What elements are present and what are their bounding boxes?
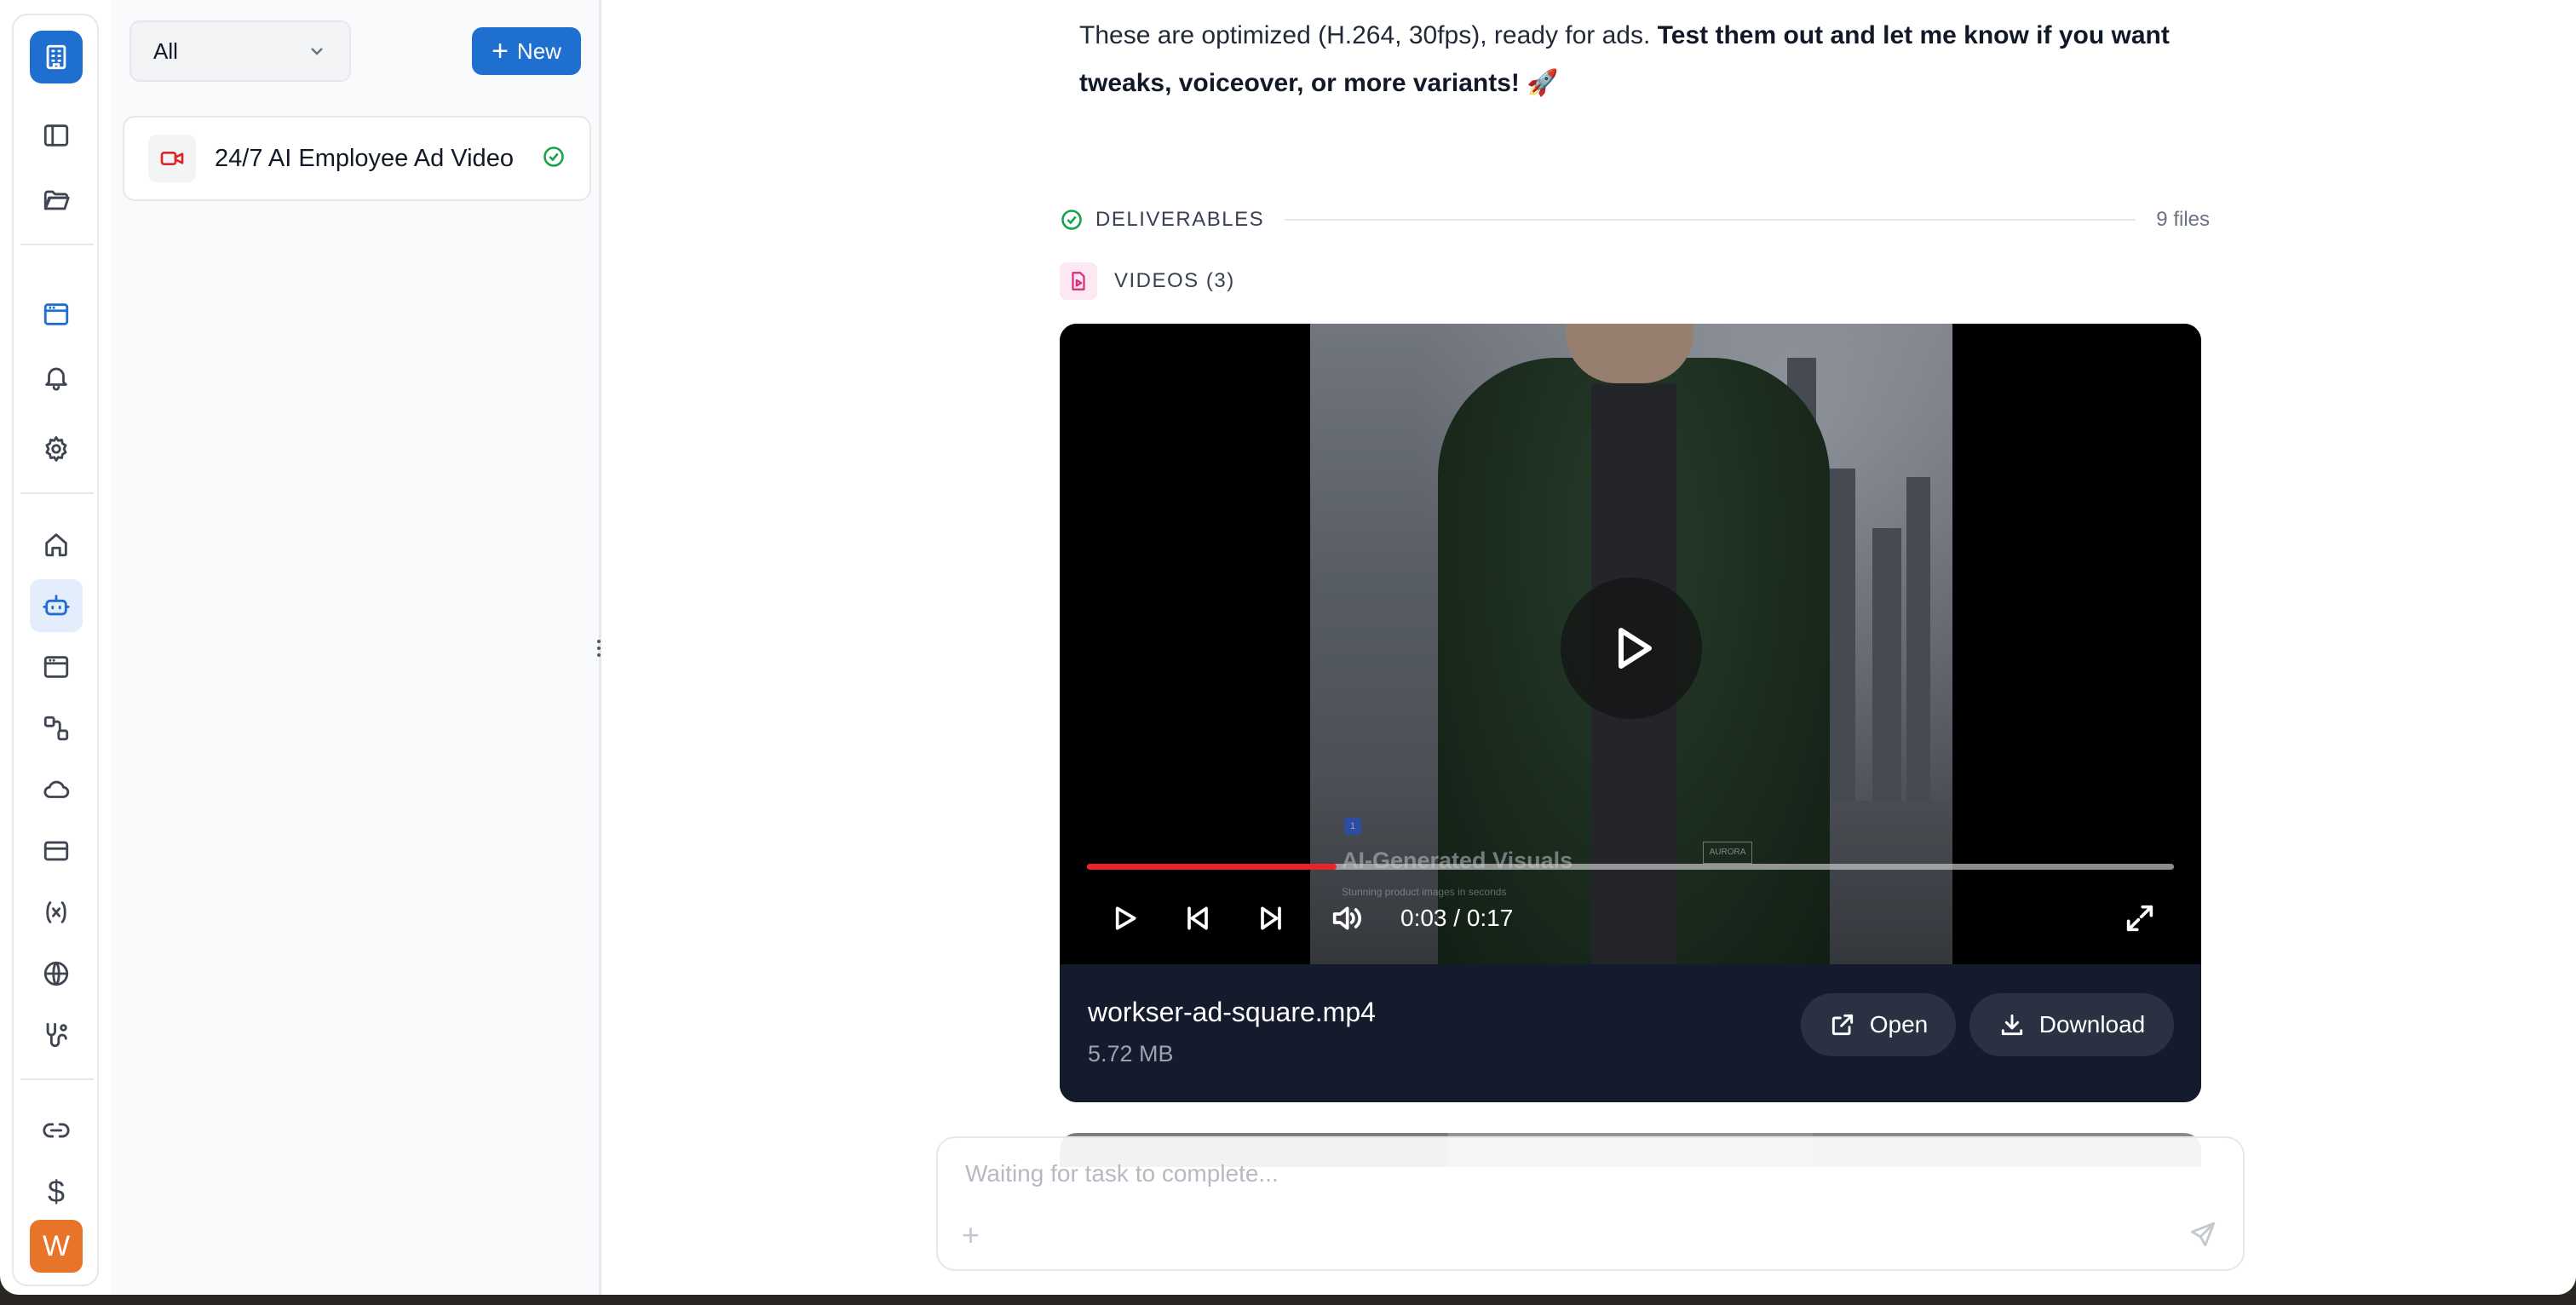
building-logo-icon[interactable] (30, 31, 83, 83)
gear-icon[interactable] (30, 423, 83, 475)
video-player[interactable]: 1 AI-Generated Visuals Stunning product … (1060, 324, 2201, 964)
icon-rail: $ W (12, 14, 99, 1286)
task-filter-value: All (153, 37, 178, 64)
play-button[interactable] (1101, 894, 1148, 942)
deliverables-label: DELIVERABLES (1095, 208, 1265, 231)
task-panel: All + New 24/7 AI Employee Ad Video (111, 0, 601, 1295)
user-avatar[interactable]: W (30, 1220, 83, 1273)
open-label: Open (1869, 1011, 1929, 1038)
rail-divider (20, 492, 94, 494)
watermark-brand: AURORA (1703, 842, 1752, 864)
volume-icon (1332, 906, 1362, 930)
plus-icon: + (492, 35, 509, 67)
assistant-message: These are optimized (H.264, 30fps), read… (1079, 12, 2187, 107)
play-icon (1115, 906, 1136, 930)
videos-section-label: VIDEOS (3) (1114, 269, 1235, 292)
download-button[interactable]: Download (1969, 993, 2174, 1056)
chevron-down-icon (311, 48, 323, 55)
attach-plus-icon[interactable]: + (962, 1220, 980, 1250)
sidebar-toggle-icon[interactable] (30, 109, 83, 162)
new-task-button[interactable]: + New (472, 27, 581, 75)
video-card: 1 AI-Generated Visuals Stunning product … (1060, 324, 2201, 1102)
task-list-item[interactable]: 24/7 AI Employee Ad Video (123, 116, 591, 201)
skip-back-icon (1187, 906, 1208, 930)
file-size: 5.72 MB (1088, 1041, 1174, 1066)
open-button[interactable]: Open (1801, 993, 1956, 1056)
globe-icon[interactable] (30, 947, 83, 1000)
skip-forward-icon (1261, 906, 1281, 930)
message-plain-text: These are optimized (H.264, 30fps), read… (1079, 21, 1658, 49)
send-button[interactable] (2188, 1220, 2217, 1253)
deliverables-count: 9 files (2156, 208, 2210, 231)
fullscreen-icon (2126, 905, 2153, 932)
download-label: Download (2038, 1011, 2146, 1038)
video-time: 0:03 / 0:17 (1400, 905, 1514, 931)
browser-window-icon[interactable] (30, 288, 83, 341)
send-icon (2190, 1222, 2216, 1247)
billing-dollar-icon[interactable]: $ (30, 1165, 83, 1218)
cloud-icon[interactable] (30, 763, 83, 816)
bell-icon[interactable] (30, 351, 83, 404)
variable-icon[interactable] (30, 886, 83, 939)
chat-composer[interactable]: Waiting for task to complete... + (936, 1136, 2245, 1271)
task-title: 24/7 AI Employee Ad Video (215, 144, 514, 172)
file-name: workser-ad-square.mp4 (1088, 997, 1376, 1027)
external-link-icon (1831, 1014, 1853, 1036)
divider (1285, 219, 2136, 221)
skip-back-button[interactable] (1174, 894, 1222, 942)
videos-section-header: VIDEOS (3) (1060, 262, 1235, 300)
workflow-icon[interactable] (30, 702, 83, 755)
composer-placeholder[interactable]: Waiting for task to complete... (965, 1160, 1279, 1187)
new-task-label: New (516, 37, 561, 64)
play-icon (1619, 628, 1652, 669)
deliverables-header: DELIVERABLES 9 files (1060, 204, 2210, 235)
video-progress-fill (1087, 864, 1337, 870)
bot-icon[interactable] (30, 579, 83, 632)
video-camera-icon (148, 135, 196, 182)
folder-icon[interactable] (30, 174, 83, 227)
task-filter-select[interactable]: All (129, 20, 351, 82)
video-file-icon (1060, 262, 1097, 300)
rail-divider (20, 1078, 94, 1080)
big-play-button[interactable] (1561, 578, 1702, 719)
video-progress-bar[interactable] (1087, 864, 2174, 870)
check-circle-icon (542, 145, 566, 173)
main-content: These are optimized (H.264, 30fps), read… (604, 0, 2576, 1295)
watermark-logo: 1 (1344, 818, 1361, 835)
video-card-footer: workser-ad-square.mp4 5.72 MB Open Downl… (1060, 964, 2201, 1102)
watermark-title: AI-Generated Visuals (1342, 848, 1573, 873)
fullscreen-button[interactable] (2116, 894, 2164, 942)
window-icon[interactable] (30, 641, 83, 693)
rail-divider (20, 244, 94, 245)
plug-icon[interactable] (30, 1009, 83, 1061)
link-icon[interactable] (30, 1104, 83, 1157)
check-circle-icon (1061, 210, 1082, 230)
home-icon[interactable] (30, 518, 83, 571)
download-icon (2001, 1014, 2022, 1036)
app-window: $ W All + New 24/7 AI Employee Ad Video … (0, 0, 2576, 1295)
skip-forward-button[interactable] (1247, 894, 1295, 942)
credit-card-icon[interactable] (30, 825, 83, 877)
volume-button[interactable] (1320, 894, 1371, 942)
